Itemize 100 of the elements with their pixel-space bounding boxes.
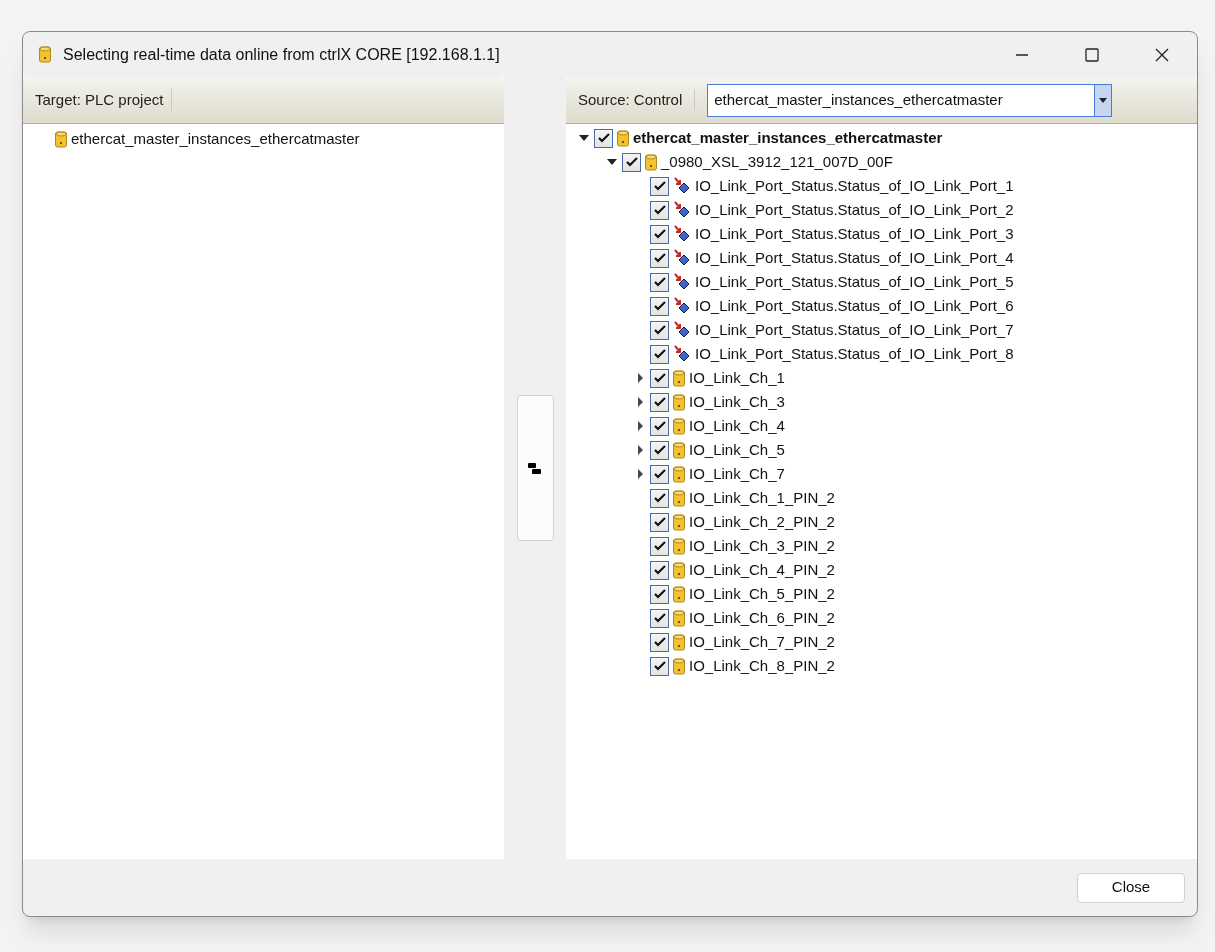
tree-item-label[interactable]: IO_Link_Ch_2_PIN_2	[689, 510, 835, 534]
expand-arrow-icon[interactable]	[635, 445, 645, 455]
tree-item-label[interactable]: IO_Link_Ch_3_PIN_2	[689, 534, 835, 558]
tree-item-label[interactable]: IO_Link_Port_Status.Status_of_IO_Link_Port_3	[695, 222, 1014, 246]
tree-item-label[interactable]: IO_Link_Port_Status.Status_of_IO_Link_Port_4	[695, 246, 1014, 270]
checkbox[interactable]	[650, 176, 669, 196]
checkbox[interactable]	[650, 368, 669, 388]
checkmark-icon	[653, 325, 666, 335]
checkbox[interactable]	[650, 248, 669, 268]
expand-arrow-icon[interactable]	[635, 469, 645, 479]
close-icon[interactable]	[1155, 47, 1169, 62]
checkmark-icon	[653, 493, 666, 503]
checkbox[interactable]	[594, 128, 613, 148]
tree-item-label[interactable]: IO_Link_Ch_4	[689, 414, 785, 438]
checkbox[interactable]	[650, 536, 669, 556]
checkbox[interactable]	[650, 512, 669, 532]
checkbox[interactable]	[650, 416, 669, 436]
checkbox[interactable]	[650, 608, 669, 628]
database-icon	[673, 537, 685, 555]
checkmark-icon	[625, 157, 638, 167]
database-icon	[673, 657, 685, 675]
maximize-icon[interactable]	[1085, 47, 1099, 62]
checkmark-icon	[653, 565, 666, 575]
checkbox[interactable]	[650, 200, 669, 220]
variable-icon	[673, 321, 691, 339]
checkbox[interactable]	[650, 584, 669, 604]
tree-item-label[interactable]: IO_Link_Ch_1	[689, 366, 785, 390]
tree-item-label[interactable]: IO_Link_Ch_1_PIN_2	[689, 486, 835, 510]
tree-item-label[interactable]: IO_Link_Port_Status.Status_of_IO_Link_Port_2	[695, 198, 1014, 222]
collapse-arrow-icon[interactable]	[607, 157, 617, 167]
database-icon	[673, 609, 685, 627]
checkbox[interactable]	[650, 344, 669, 364]
database-icon	[39, 46, 51, 63]
checkmark-icon	[653, 349, 666, 359]
tree-item-label[interactable]: IO_Link_Ch_3	[689, 390, 785, 414]
tree-item-label[interactable]: IO_Link_Port_Status.Status_of_IO_Link_Port_6	[695, 294, 1014, 318]
panel-header-label: Source: Control	[578, 88, 696, 112]
checkmark-icon	[653, 445, 666, 455]
expand-arrow-icon[interactable]	[635, 397, 645, 407]
tree-item-label[interactable]: IO_Link_Ch_6_PIN_2	[689, 606, 835, 630]
database-icon	[673, 393, 685, 411]
tree-item-label[interactable]: ethercat_master_instances_ethercatmaster	[633, 126, 943, 150]
checkbox[interactable]	[650, 224, 669, 244]
checkmark-icon	[653, 277, 666, 287]
tree-item-label[interactable]: IO_Link_Ch_7	[689, 462, 785, 486]
database-icon	[673, 489, 685, 507]
checkbox[interactable]	[650, 296, 669, 316]
tree-item-label[interactable]: IO_Link_Port_Status.Status_of_IO_Link_Port_7	[695, 318, 1014, 342]
database-icon	[673, 465, 685, 483]
database-icon	[673, 513, 685, 531]
database-icon	[673, 585, 685, 603]
checkbox[interactable]	[650, 560, 669, 580]
tree-item-label[interactable]: IO_Link_Port_Status.Status_of_IO_Link_Port_8	[695, 342, 1014, 366]
variable-icon	[673, 225, 691, 243]
variable-icon	[673, 201, 691, 219]
panel-header-label: Target: PLC project	[35, 88, 173, 112]
tree-item-label[interactable]: IO_Link_Ch_5_PIN_2	[689, 582, 835, 606]
checkmark-icon	[653, 253, 666, 263]
tree-item-label[interactable]: IO_Link_Ch_8_PIN_2	[689, 654, 835, 678]
database-icon	[673, 561, 685, 579]
database-icon	[645, 153, 657, 171]
checkbox[interactable]	[650, 392, 669, 412]
checkmark-icon	[653, 637, 666, 647]
checkmark-icon	[653, 205, 666, 215]
checkbox[interactable]	[650, 440, 669, 460]
checkmark-icon	[653, 373, 666, 383]
checkbox[interactable]	[650, 632, 669, 652]
variable-icon	[673, 249, 691, 267]
checkmark-icon	[653, 517, 666, 527]
tree-item-label[interactable]: IO_Link_Ch_4_PIN_2	[689, 558, 835, 582]
database-icon	[55, 130, 67, 148]
checkbox[interactable]	[650, 464, 669, 484]
database-icon	[673, 441, 685, 459]
checkmark-icon	[653, 397, 666, 407]
close-button[interactable]: Close	[1077, 872, 1185, 903]
checkmark-icon	[653, 181, 666, 191]
expand-arrow-icon[interactable]	[635, 373, 645, 383]
checkmark-icon	[597, 133, 610, 143]
source-dropdown[interactable]: ethercat_master_instances_ethercatmaster	[707, 83, 1113, 117]
checkbox[interactable]	[650, 272, 669, 292]
tree-item-label[interactable]: IO_Link_Port_Status.Status_of_IO_Link_Port_1	[695, 174, 1014, 198]
window-title: Selecting real-time data online from ctrlX CORE [192.168.1.1]	[63, 44, 500, 65]
tree-item-label[interactable]: IO_Link_Port_Status.Status_of_IO_Link_Port_5	[695, 270, 1014, 294]
tree-item-label[interactable]: _0980_XSL_3912_121_007D_00F	[661, 150, 893, 174]
checkmark-icon	[653, 469, 666, 479]
checkbox[interactable]	[650, 656, 669, 676]
checkbox[interactable]	[622, 152, 641, 172]
variable-icon	[673, 297, 691, 315]
transfer-icon	[528, 461, 542, 475]
checkbox[interactable]	[650, 488, 669, 508]
expand-arrow-icon[interactable]	[635, 421, 645, 431]
checkbox[interactable]	[650, 320, 669, 340]
collapse-arrow-icon[interactable]	[579, 133, 589, 143]
checkmark-icon	[653, 661, 666, 671]
tree-item-label[interactable]: IO_Link_Ch_5	[689, 438, 785, 462]
tree-item-label[interactable]: IO_Link_Ch_7_PIN_2	[689, 630, 835, 654]
database-icon	[673, 633, 685, 651]
tree-item-label[interactable]: ethercat_master_instances_ethercatmaster	[71, 127, 360, 151]
dropdown-caret-icon[interactable]	[1099, 97, 1108, 103]
checkmark-icon	[653, 541, 666, 551]
